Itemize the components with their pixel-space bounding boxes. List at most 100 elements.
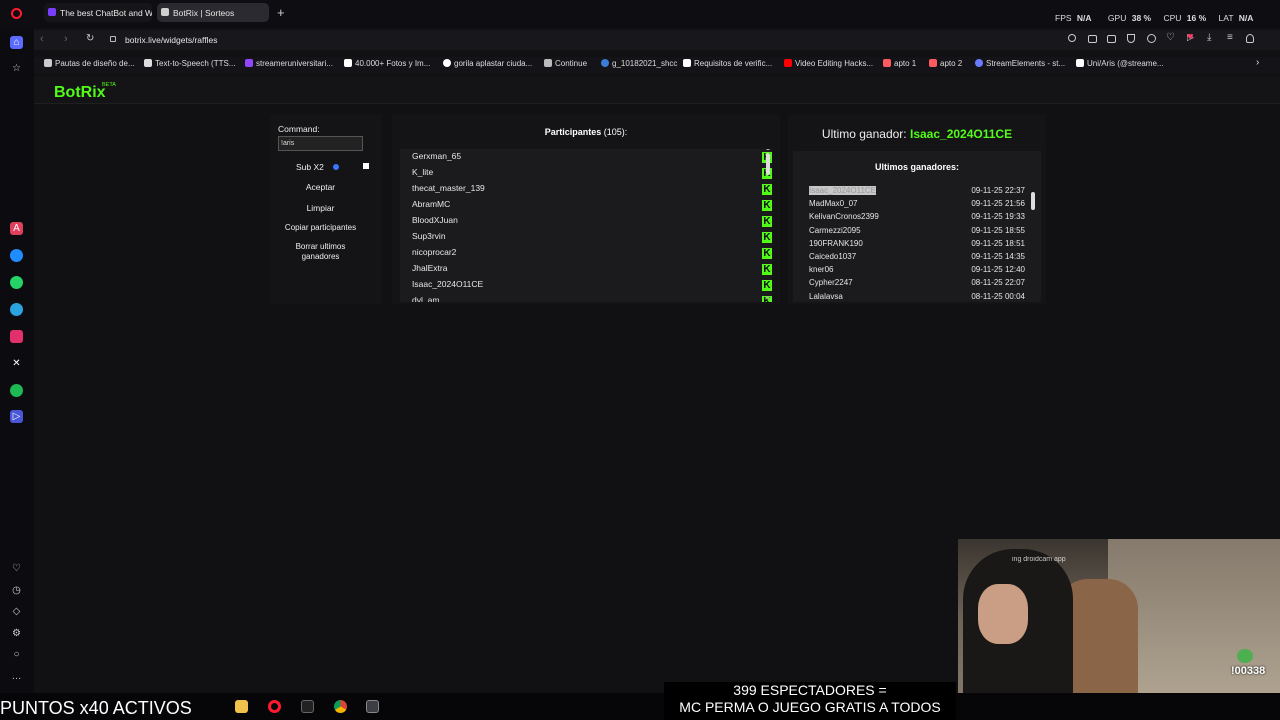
bookmark-item[interactable]: apto 2 (929, 59, 962, 68)
botrix-logo[interactable]: BotRix (54, 84, 106, 102)
info-icon[interactable] (333, 164, 339, 170)
participant-name: BloodXJuan (412, 215, 458, 225)
winner-row[interactable]: Cypher2247 08-11-25 22:07 (809, 278, 1025, 291)
bookmark-item[interactable]: Text-to-Speech (TTS... (144, 59, 235, 68)
x-icon (683, 59, 691, 67)
menu-icon[interactable]: ≡ (1227, 32, 1233, 43)
extensions-icon[interactable] (1147, 34, 1156, 43)
bookmark-item[interactable]: Pautas de diseño de... (44, 59, 135, 68)
bookmark-item[interactable]: g_10182021_shcc (601, 59, 677, 68)
home-icon[interactable]: ⌂ (10, 36, 23, 49)
app-window-icon[interactable] (366, 700, 379, 713)
winner-row[interactable]: Isaac_2024O11CE 09-11-25 22:37 (809, 186, 1025, 199)
bookmarks-more-icon[interactable]: › (1256, 57, 1259, 68)
winner-row[interactable]: kner06 09-11-25 12:40 (809, 265, 1025, 278)
command-input[interactable]: !aris (278, 136, 363, 151)
participant-row[interactable]: K_liteK (412, 167, 772, 181)
whatsapp-icon[interactable] (10, 276, 23, 289)
snapshot-icon[interactable] (1088, 35, 1097, 43)
x-twitter-icon[interactable]: ✕ (10, 357, 23, 370)
bookmark-item[interactable]: apto 1 (883, 59, 916, 68)
new-tab-plus-icon[interactable]: + (277, 5, 285, 20)
history-icon[interactable]: ◷ (10, 584, 23, 597)
participants-list[interactable]: Gerxman_65K K_liteK thecat_master_139K Abra… (400, 149, 772, 302)
winner-row[interactable]: Carmezzi2095 09-11-25 18:55 (809, 226, 1025, 239)
bookmark-label: Pautas de diseño de... (55, 59, 135, 68)
more-icon[interactable]: … (10, 670, 23, 683)
star-icon[interactable]: ☆ (10, 62, 23, 75)
shield-icon[interactable] (1127, 34, 1135, 43)
command-value: !aris (281, 140, 295, 147)
kick-icon: K (762, 216, 772, 227)
winner-name: KelivanCronos2399 (809, 212, 879, 222)
messenger-icon[interactable] (10, 249, 23, 262)
search-icon[interactable] (1068, 34, 1076, 42)
heart-icon[interactable]: ♡ (10, 562, 23, 575)
bookmark-item[interactable]: 40.000+ Fotos y Im... (344, 59, 430, 68)
participant-name: Isaac_2024O11CE (412, 279, 484, 289)
player-icon[interactable]: ▷ (10, 410, 23, 423)
file-explorer-icon[interactable] (235, 700, 248, 713)
participant-row[interactable]: dvl_am K (412, 295, 772, 302)
tab-botrix-chatbot[interactable]: The best ChatBot and Wi (44, 3, 152, 22)
spotify-icon[interactable] (10, 384, 23, 397)
settings-gear-icon[interactable]: ⚙ (10, 627, 23, 640)
back-icon[interactable]: ‹ (40, 33, 44, 45)
bookmark-item[interactable]: streameruniversitari... (245, 59, 333, 68)
winner-row[interactable]: Caicedo1037 09-11-25 14:35 (809, 252, 1025, 265)
accept-button[interactable]: Aceptar (278, 182, 363, 192)
copy-participants-button[interactable]: Copiar participantes (278, 223, 363, 232)
participant-row[interactable]: Isaac_2024O11CE K (412, 279, 772, 293)
heart-outline-icon[interactable]: ♡ (1166, 32, 1175, 43)
participant-row[interactable]: thecat_master_139 K (412, 183, 772, 197)
participant-row[interactable]: BloodXJuan K (412, 215, 772, 229)
participant-row[interactable]: Gerxman_65K (412, 151, 772, 165)
telegram-icon[interactable] (10, 303, 23, 316)
last-winner-label: Ultimo ganador: (821, 127, 907, 141)
photo-icon (344, 59, 352, 67)
bookmark-item[interactable]: Video Editing Hacks... (784, 59, 873, 68)
opera-taskbar-icon[interactable] (268, 700, 281, 713)
reload-icon[interactable]: ↻ (86, 33, 94, 44)
winners-scrollbar[interactable] (1031, 192, 1035, 210)
streamer-face (978, 584, 1028, 644)
scroll-down-icon[interactable]: ▼ (765, 296, 771, 302)
tab-botrix-sorteos[interactable]: BotRix | Sorteos (157, 3, 269, 22)
cube-icon[interactable]: ◇ (10, 605, 23, 618)
winner-name: Caicedo1037 (809, 252, 857, 261)
chrome-icon[interactable] (334, 700, 347, 713)
instagram-icon[interactable] (10, 330, 23, 343)
opera-logo-icon[interactable] (11, 8, 22, 19)
url-field[interactable]: botrix.live/widgets/raffles (125, 35, 217, 45)
sub-x2-checkbox[interactable] (363, 163, 369, 169)
winner-row[interactable]: KelivanCronos2399 09-11-25 19:33 (809, 212, 1025, 225)
clear-button[interactable]: Limpiar (278, 203, 363, 213)
bookmark-item[interactable]: Requisitos de verific... (683, 59, 772, 68)
bookmarks-bar: Pautas de diseño de... Text-to-Speech (T… (34, 57, 1280, 73)
scroll-up-icon[interactable]: ▲ (765, 149, 771, 152)
winner-row[interactable]: 190FRANK190 09-11-25 18:51 (809, 239, 1025, 252)
participants-scrollbar[interactable] (766, 153, 770, 175)
recent-winners-list[interactable]: Isaac_2024O11CE 09-11-25 22:37 MadMax0_07 0… (809, 186, 1025, 302)
lightbulb-icon[interactable]: ○ (10, 648, 23, 661)
profile-icon[interactable] (1246, 34, 1254, 43)
winner-row[interactable]: MadMax0_07 09-11-25 21:56 (809, 199, 1025, 212)
aria-icon[interactable]: A (10, 222, 23, 235)
winner-row[interactable]: Lalalavsa 08-11-25 00:04 (809, 292, 1025, 302)
participant-row[interactable]: Sup3rvin K (412, 231, 772, 245)
heart-filled-icon[interactable]: ♥ (1187, 31, 1194, 43)
participant-row[interactable]: AbramMC K (412, 199, 772, 213)
download-icon[interactable]: ⤓ (1207, 32, 1211, 43)
forward-icon[interactable]: › (64, 33, 68, 45)
winner-name: Lalalavsa (809, 291, 843, 301)
bookmark-item[interactable]: StreamElements - st... (975, 59, 1065, 68)
camera-icon[interactable] (1107, 35, 1116, 43)
bookmark-item[interactable]: Uni/Aris (@streame... (1076, 59, 1164, 68)
bookmark-item[interactable]: Continue (544, 59, 587, 68)
sub-x2-label: Sub X2 (296, 162, 324, 172)
bookmark-item[interactable]: gorila aplastar ciuda... (443, 59, 532, 68)
delete-winners-button[interactable]: Borrar ultimos ganadores (278, 242, 363, 262)
logitech-icon[interactable] (301, 700, 314, 713)
participant-row[interactable]: JhalExtra K (412, 263, 772, 277)
participant-row[interactable]: nicoprocar2 K (412, 247, 772, 261)
